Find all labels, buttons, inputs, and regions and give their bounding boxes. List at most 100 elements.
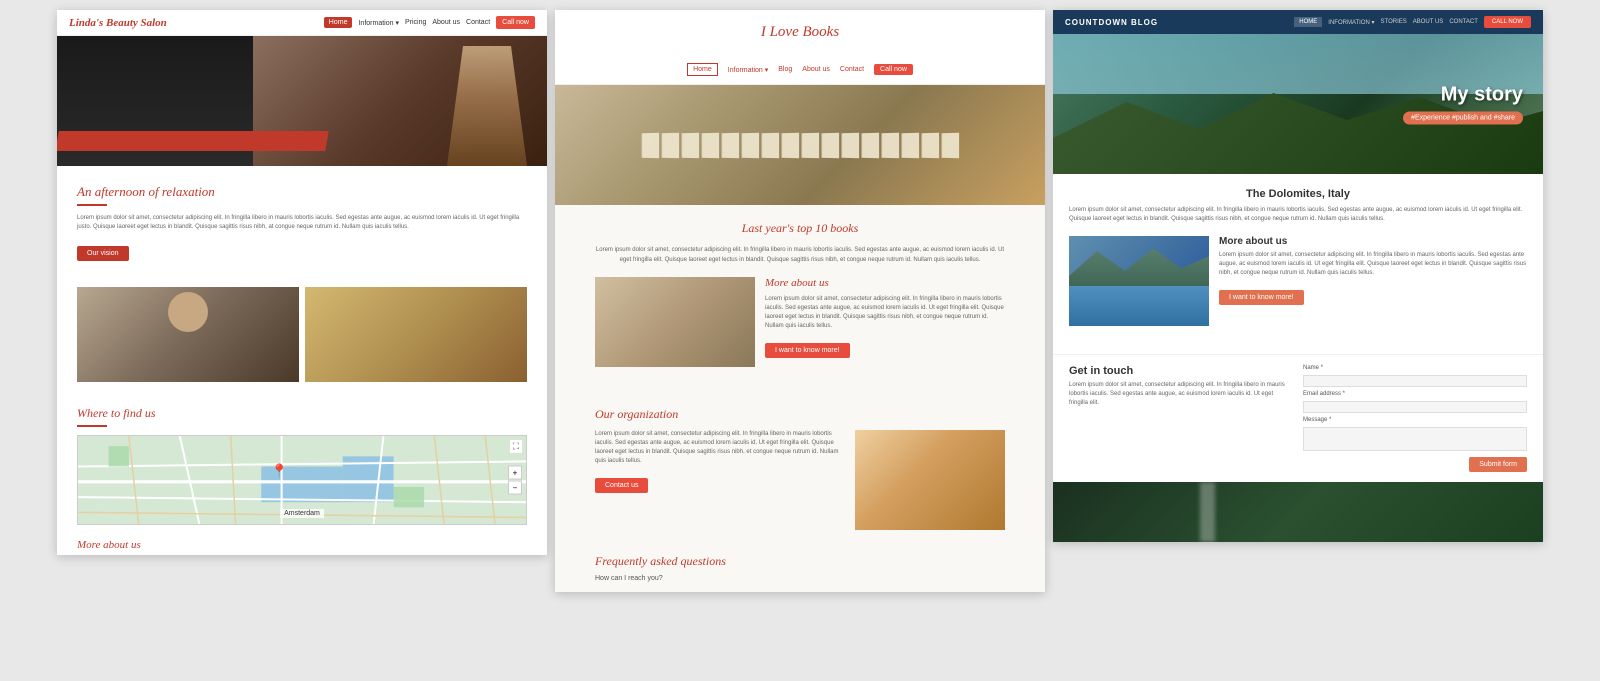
card1-nav-home[interactable]: Home [324,17,353,28]
card2-contact-btn[interactable]: Contact us [595,478,648,493]
card1-hero [57,36,547,166]
card2-nav-info[interactable]: Information ▾ [728,66,768,74]
card1-map-expand-icon[interactable]: ⛶ [510,440,522,453]
book-page [841,132,859,157]
card3-section-title: The Dolomites, Italy [1069,188,1527,200]
card2-nav-contact[interactable]: Contact [840,66,864,73]
card1-heading2: Where to find us [77,406,527,421]
card1-map-label: Amsterdam [280,509,324,518]
card2-org-row: Lorem ipsum dolor sit amet, consectetur … [595,430,1005,530]
card2-col-heading: More about us [765,277,1005,289]
card1-vision-btn[interactable]: Our vision [77,246,129,261]
card1-nav-info[interactable]: Information ▾ [358,19,398,27]
card1-map-zoom-in[interactable]: + [508,466,522,480]
card3-nav-about[interactable]: ABOUT US [1413,19,1444,25]
card1-location-section: Where to find us [57,396,547,529]
card3-submit-btn[interactable]: Submit form [1469,457,1527,472]
blog-card: COUNTDOWN BLOG HOME INFORMATION ▾ STORIE… [1053,10,1543,542]
card2-navbar: Home Information ▾ Blog About us Contact… [555,55,1045,85]
card2-col-p: Lorem ipsum dolor sit amet, consectetur … [765,295,1005,331]
card1-hero-ribbon [57,131,328,151]
card2-nav-btn[interactable]: Call now [874,64,913,75]
card1-map-zoom[interactable]: + − [508,466,522,495]
card2-section1-text: Lorem ipsum dolor sit amet, consectetur … [595,246,1005,265]
card3-water [1069,286,1209,326]
card1-nav-items: Home Information ▾ Pricing About us Cont… [324,16,535,29]
card3-contact-left: Get in touch Lorem ipsum dolor sit amet,… [1069,365,1293,472]
card1-map-zoom-out[interactable]: − [508,481,522,495]
card3-col-text: More about us Lorem ipsum dolor sit amet… [1219,236,1527,305]
card2-nav-blog[interactable]: Blog [778,66,792,73]
card3-body: The Dolomites, Italy Lorem ipsum dolor s… [1053,174,1543,354]
card2-book-image [595,277,755,367]
book-page [761,132,779,157]
card2-nav-about[interactable]: About us [802,66,830,73]
book-page [861,132,879,157]
book-page [701,132,719,157]
card3-col-p: Lorem ipsum dolor sit amet, consectetur … [1219,251,1527,278]
card3-name-input[interactable] [1303,375,1527,387]
card1-nav-pricing[interactable]: Pricing [405,19,426,26]
card3-contact-text: Lorem ipsum dolor sit amet, consectetur … [1069,381,1293,408]
card3-hero-tag: #Experience #publish and #share [1403,112,1523,125]
card3-nav-contact[interactable]: CONTACT [1449,19,1478,25]
card1-footer-heading: More about us [57,529,547,555]
card2-org-section: Our organization Lorem ipsum dolor sit a… [555,397,1045,540]
book-page [641,132,659,157]
card3-nav-stories[interactable]: STORIES [1381,19,1407,25]
card3-footer-image [1053,482,1543,542]
card3-logo: COUNTDOWN BLOG [1065,18,1286,27]
card3-contact-form: Name * Email address * Message * Submit … [1303,365,1527,472]
card3-landscape-image [1069,236,1209,326]
card1-underline2 [77,425,107,427]
card1-photos [57,287,547,382]
card3-name-label: Name * [1303,365,1527,371]
card3-nav-items: HOME INFORMATION ▾ STORIES ABOUT US CONT… [1294,16,1531,28]
card3-nav-btn[interactable]: CALL NOW [1484,16,1531,28]
card3-email-input[interactable] [1303,401,1527,413]
card2-section-title: Last year's top 10 books [595,221,1005,236]
card2-nav-home[interactable]: Home [687,63,718,76]
card1-nav-btn[interactable]: Call now [496,16,535,29]
card2-section1: Last year's top 10 books Lorem ipsum dol… [555,205,1045,397]
card3-nav-info[interactable]: INFORMATION ▾ [1328,19,1374,26]
book-page [721,132,739,157]
book-page [801,132,819,157]
card2-faq-section: Frequently asked questions How can I rea… [555,540,1045,592]
card1-heading1: An afternoon of relaxation [77,184,527,200]
card1-nav-contact[interactable]: Contact [466,19,490,26]
card1-map: 📍 Amsterdam ⛶ + − [77,435,527,525]
card2-org-p: Lorem ipsum dolor sit amet, consectetur … [595,430,843,466]
card1-underline [77,204,107,206]
card1-map-pin: 📍 [271,463,288,480]
card3-hero: My story #Experience #publish and #share [1053,34,1543,174]
card3-col-heading: More about us [1219,236,1527,247]
card1-logo: Linda's Beauty Salon [69,17,316,29]
card3-hero-text: My story #Experience #publish and #share [1403,84,1523,125]
card1-photo-1 [77,287,299,382]
card3-contact-heading: Get in touch [1069,365,1293,377]
card2-know-more-btn[interactable]: I want to know more! [765,343,850,358]
card2-faq-heading: Frequently asked questions [595,554,1005,569]
card3-know-more-btn[interactable]: I want to know more! [1219,290,1304,305]
beauty-salon-card: Linda's Beauty Salon Home Information ▾ … [57,10,547,555]
book-page [781,132,799,157]
card3-section-text: Lorem ipsum dolor sit amet, consectetur … [1069,206,1527,224]
card3-message-input[interactable] [1303,427,1527,451]
card3-nav-home[interactable]: HOME [1294,17,1322,27]
card1-section1: An afternoon of relaxation Lorem ipsum d… [57,166,547,287]
books-card: I Love Books Home Information ▾ Blog Abo… [555,10,1045,592]
card1-photo-2 [305,287,527,382]
book-page [921,132,939,157]
card2-org-heading: Our organization [595,407,1005,422]
book-page [741,132,759,157]
card3-message-label: Message * [1303,417,1527,423]
book-page [901,132,919,157]
card2-faq-q: How can I reach you? [595,575,1005,582]
card1-face-1 [168,292,208,332]
book-page [661,132,679,157]
card1-nav-about[interactable]: About us [432,19,460,26]
card2-two-col: More about us Lorem ipsum dolor sit amet… [595,277,1005,367]
card3-email-label: Email address * [1303,391,1527,397]
card1-navbar: Linda's Beauty Salon Home Information ▾ … [57,10,547,36]
